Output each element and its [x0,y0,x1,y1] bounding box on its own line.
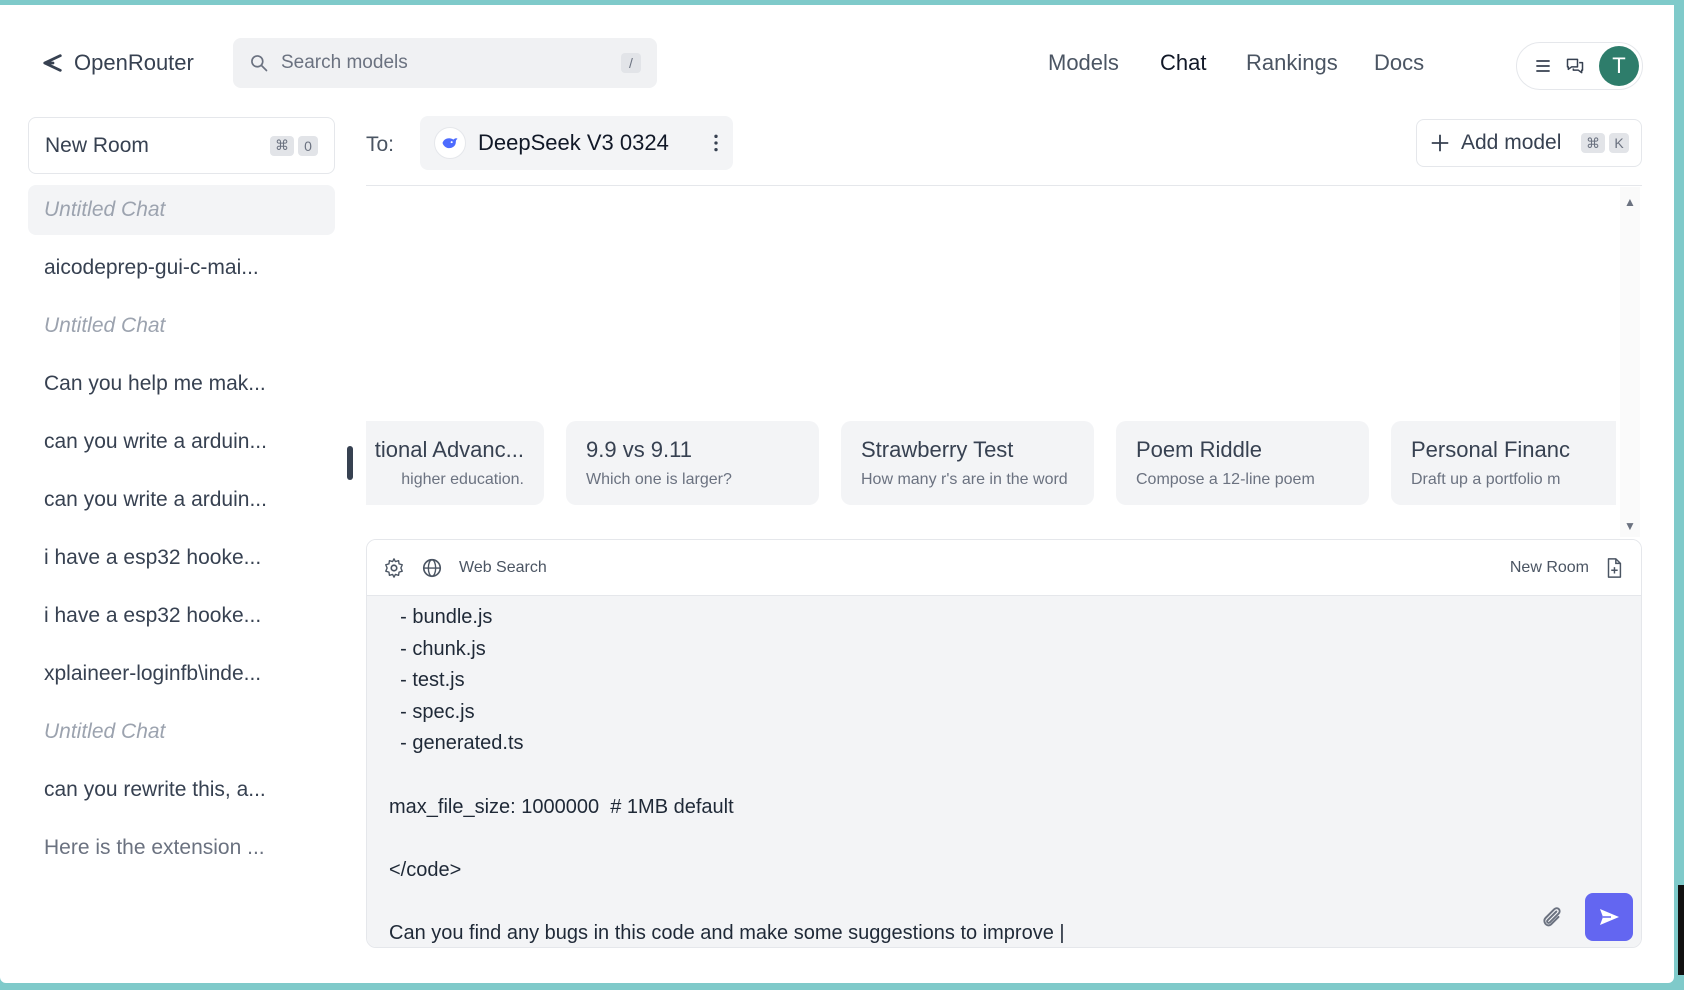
message-line [389,760,1065,792]
brand-name: OpenRouter [74,50,194,75]
user-avatar[interactable]: T [1599,46,1639,86]
message-line [389,886,1065,918]
top-header: OpenRouter / Models Chat Rankings Docs [0,5,1674,115]
add-model-label: Add model [1461,131,1562,154]
add-model-button[interactable]: Add model ⌘ K [1416,119,1642,167]
message-line: </code> [389,858,462,881]
chat-list-item[interactable]: can you write a arduin... [28,417,335,467]
new-room-label: New Room [45,133,149,157]
message-line: - spec.js [389,700,475,723]
globe-icon[interactable] [421,557,443,579]
account-menu[interactable]: T [1516,42,1643,90]
suggestion-carousel: tional Advanc... higher education. 9.9 v… [366,421,1616,509]
chat-list-item[interactable]: i have a esp32 hooke... [28,591,335,641]
chat-list-item[interactable]: Can you help me mak... [28,359,335,409]
to-label: To: [366,133,395,156]
window-frame-shadow [1678,885,1684,975]
chat-list-item[interactable]: can you rewrite this, a... [28,765,335,815]
plus-icon [1431,134,1449,152]
suggestion-title: Strawberry Test [861,437,1014,462]
more-vertical-icon[interactable] [713,133,719,153]
deepseek-whale-icon [434,127,466,159]
suggestion-subtitle: higher education. [401,471,524,488]
sidebar-resize-handle[interactable] [347,446,353,480]
chat-list-item[interactable]: xplaineer-loginfb\inde... [28,649,335,699]
composer-new-room-button[interactable]: New Room [1510,559,1589,577]
web-search-toggle[interactable]: Web Search [459,559,547,577]
message-line: Can you find any bugs in this code and m… [389,921,1065,944]
suggestion-subtitle: Which one is larger? [586,471,732,488]
message-input[interactable]: - bundle.js - chunk.js - test.js - spec.… [367,596,1641,947]
suggestion-title: Personal Financ [1411,437,1570,462]
new-room-shortcut: ⌘ 0 [270,135,318,156]
send-button[interactable] [1585,893,1633,941]
search-models[interactable]: / [233,38,657,88]
paperclip-icon[interactable] [1539,905,1565,931]
window-frame-edge [1674,0,1684,990]
suggestion-card[interactable]: tional Advanc... higher education. [366,421,544,505]
message-line: max_file_size: 1000000 # 1MB default [389,795,734,818]
header-divider [366,185,1642,186]
brand-logo[interactable]: OpenRouter [42,50,194,76]
chat-list-item[interactable]: can you write a arduin... [28,475,335,525]
send-icon [1600,909,1619,925]
chat-list-item[interactable]: Here is the extension ... [28,823,335,873]
nav-chat[interactable]: Chat [1160,50,1206,76]
cmd-key: ⌘ [1581,133,1605,153]
nav-rankings[interactable]: Rankings [1246,50,1338,76]
nav-models[interactable]: Models [1048,50,1119,76]
model-name: DeepSeek V3 0324 [478,130,669,155]
message-line: - test.js [389,669,465,692]
composer-toolbar: Web Search New Room [367,540,1641,596]
zero-key: 0 [298,135,318,156]
cmd-key: ⌘ [270,135,294,156]
app-window: OpenRouter / Models Chat Rankings Docs [0,5,1674,983]
chat-list-item[interactable]: Untitled Chat [28,301,335,351]
chat-bubbles-icon[interactable] [1565,56,1585,76]
openrouter-logo-icon [43,54,62,72]
k-key: K [1609,133,1629,153]
suggestion-subtitle: Draft up a portfolio m [1411,471,1561,488]
suggestion-card[interactable]: 9.9 vs 9.11 Which one is larger? [566,421,819,505]
chat-list-item[interactable]: i have a esp32 hooke... [28,533,335,583]
message-line: - bundle.js [389,606,493,628]
suggestion-card[interactable]: Poem Riddle Compose a 12-line poem [1116,421,1369,505]
scroll-up-arrow-icon[interactable]: ▲ [1624,195,1636,209]
suggestion-card[interactable]: Strawberry Test How many r's are in the … [841,421,1094,505]
nav-docs[interactable]: Docs [1374,50,1424,76]
search-icon [251,55,268,72]
chat-list-item[interactable]: aicodeprep-gui-c-mai... [28,243,335,293]
suggestion-title: Poem Riddle [1136,437,1262,462]
gear-icon[interactable] [383,557,405,579]
messages-scrollbar[interactable] [1620,187,1640,537]
chat-list: Untitled Chat aicodeprep-gui-c-mai... Un… [28,185,335,881]
message-composer: Web Search New Room - bundle.js - chunk.… [366,539,1642,948]
suggestion-title: tional Advanc... [374,437,524,462]
message-line [389,823,1065,855]
new-file-icon[interactable] [1603,557,1625,579]
scroll-down-arrow-icon[interactable]: ▼ [1624,519,1636,533]
hamburger-menu-icon[interactable] [1533,56,1553,76]
suggestion-subtitle: How many r's are in the word [861,471,1068,488]
suggestion-card[interactable]: Personal Financ Draft up a portfolio m [1391,421,1616,505]
message-line: - generated.ts [389,732,524,755]
search-shortcut: / [621,53,641,73]
chat-list-item[interactable]: Untitled Chat [28,185,335,235]
new-room-button[interactable]: New Room ⌘ 0 [28,117,335,174]
message-line: - chunk.js [389,637,486,660]
search-input[interactable] [281,52,621,74]
add-model-shortcut: ⌘ K [1581,133,1629,153]
suggestion-title: 9.9 vs 9.11 [586,437,692,462]
suggestion-subtitle: Compose a 12-line poem [1136,471,1315,488]
chat-list-item[interactable]: Untitled Chat [28,707,335,757]
selected-model-chip[interactable]: DeepSeek V3 0324 [420,116,733,170]
message-text[interactable]: - bundle.js - chunk.js - test.js - spec.… [389,602,1065,947]
